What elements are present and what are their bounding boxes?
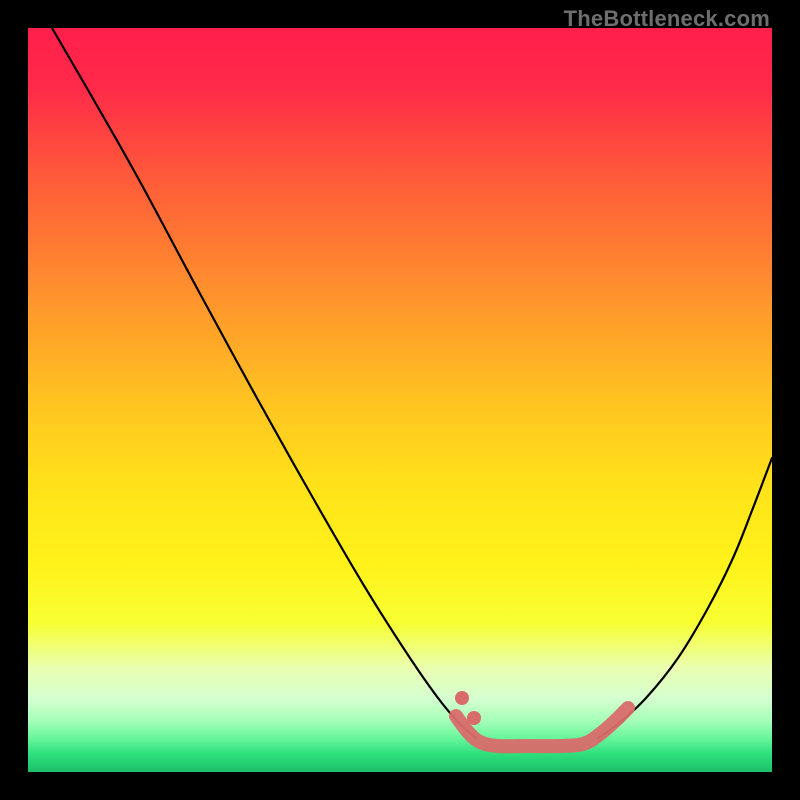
- series-valley-highlight: [456, 708, 628, 746]
- highlight-dot: [455, 691, 469, 705]
- series-right-curve: [598, 458, 772, 738]
- series-left-curve: [52, 28, 476, 738]
- highlight-dot: [467, 711, 481, 725]
- plot-area: [28, 28, 772, 772]
- chart-frame: TheBottleneck.com: [0, 0, 800, 800]
- chart-curves: [28, 28, 772, 772]
- watermark-text: TheBottleneck.com: [564, 6, 770, 32]
